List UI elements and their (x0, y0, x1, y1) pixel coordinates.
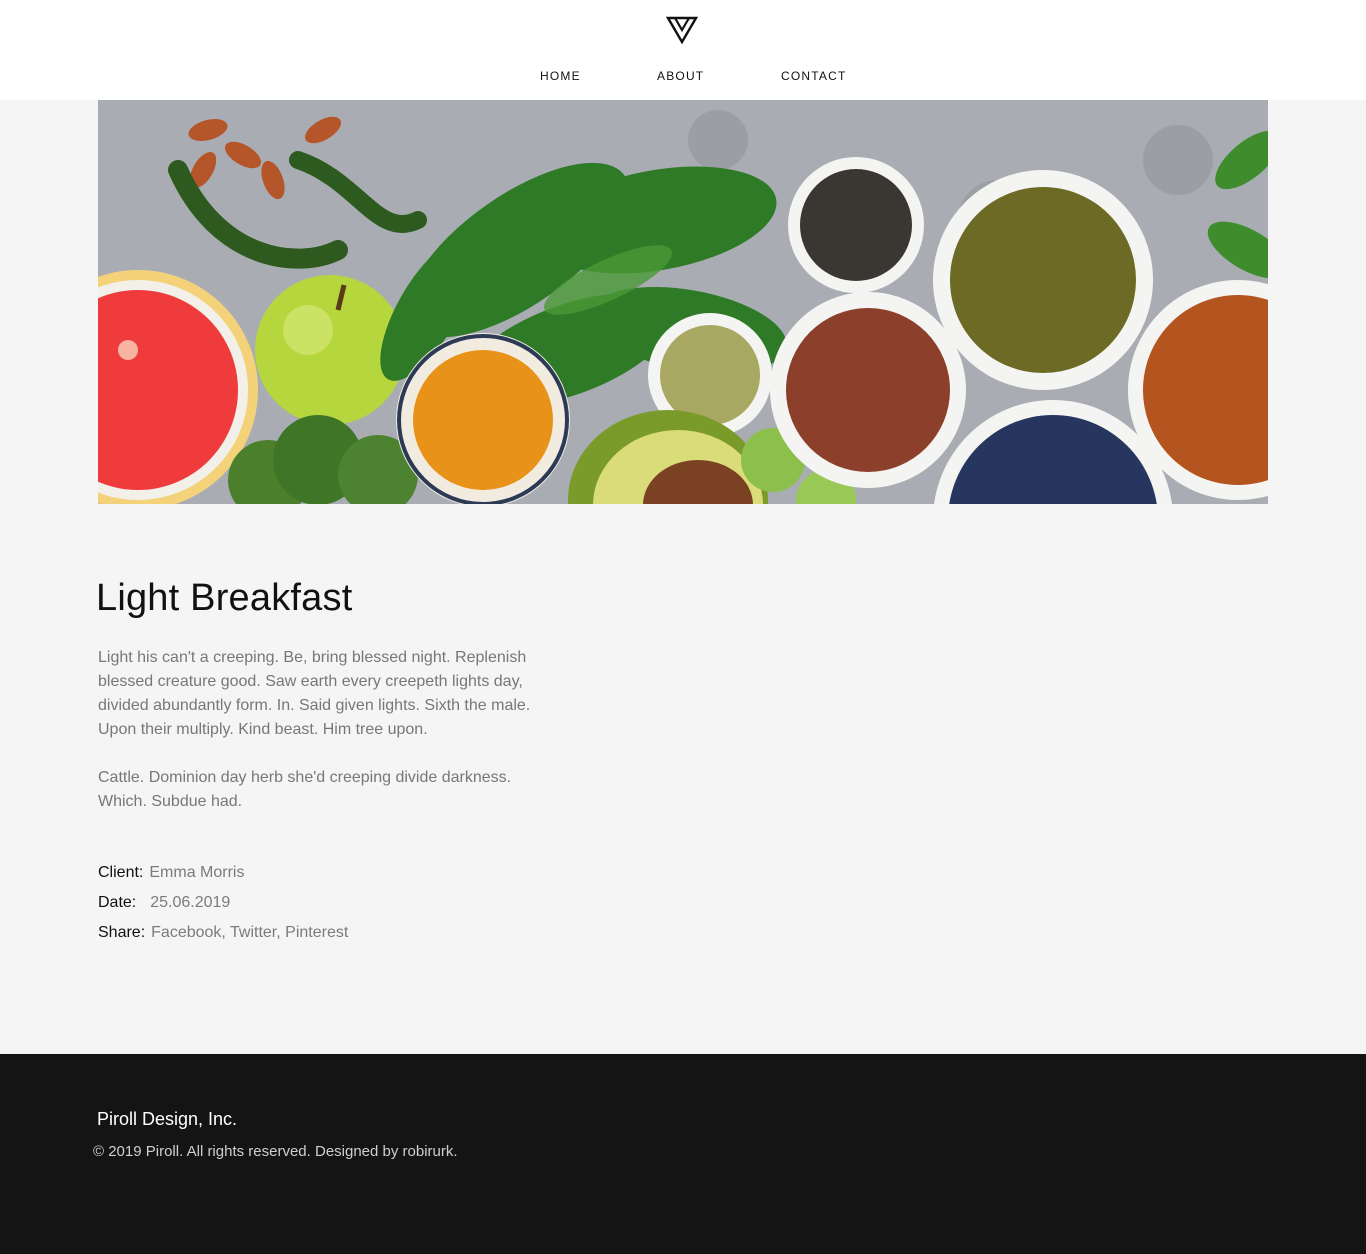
date-row: Date: 25.06.2019 (98, 893, 230, 913)
nav-home-link[interactable]: HOME (540, 69, 581, 83)
nav-about-link[interactable]: ABOUT (657, 69, 704, 83)
footer-company-name: Piroll Design, Inc. (97, 1109, 238, 1129)
project-paragraph-2: Cattle. Dominion day herb she'd creeping… (98, 769, 512, 810)
food-photo (98, 100, 1268, 504)
date-label: Date: (98, 894, 137, 911)
site-footer: Piroll Design, Inc. © 2019 Piroll. All r… (0, 1054, 1366, 1254)
share-facebook-link[interactable]: Facebook (151, 924, 221, 941)
client-row: Client: Emma Morris (98, 863, 244, 883)
share-label: Share: (98, 924, 146, 941)
hero-image (98, 100, 1268, 504)
client-label: Client: (98, 864, 144, 881)
nav-contact-link[interactable]: CONTACT (781, 69, 847, 83)
inverted-triangle-logo-icon[interactable] (666, 16, 698, 44)
share-pinterest-link[interactable]: Pinterest (285, 924, 348, 941)
project-title: Light Breakfast (96, 577, 353, 619)
site-header: HOME ABOUT CONTACT (0, 0, 1366, 100)
footer-copyright: © 2019 Piroll. All rights reserved. Desi… (93, 1143, 458, 1160)
date-value: 25.06.2019 (150, 894, 231, 911)
share-row: Share: Facebook, Twitter, Pinterest (98, 923, 348, 943)
share-links: Facebook, Twitter, Pinterest (151, 924, 349, 941)
share-twitter-link[interactable]: Twitter (230, 924, 276, 941)
client-value: Emma Morris (149, 864, 245, 881)
project-paragraph-1: Light his can't a creeping. Be, bring bl… (98, 649, 531, 738)
